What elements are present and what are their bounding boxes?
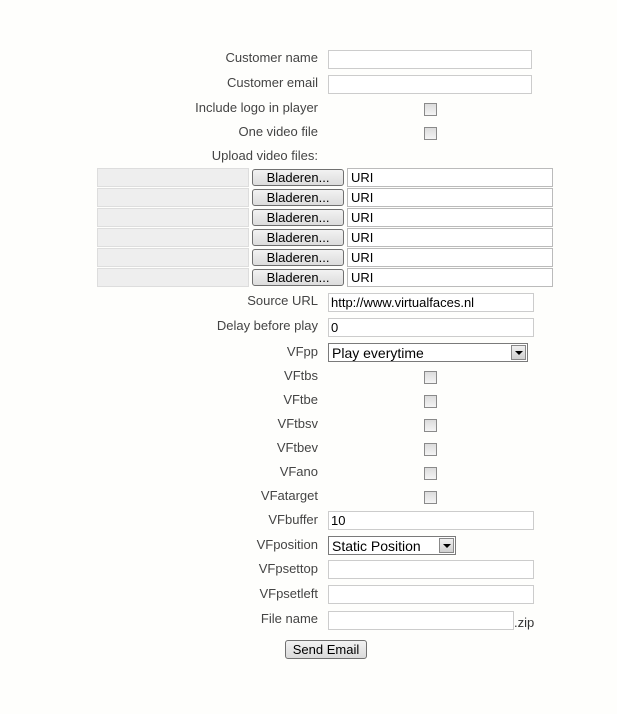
file-extension-suffix: .zip bbox=[514, 615, 535, 630]
uri-input[interactable]: URI bbox=[347, 248, 553, 267]
vftbs-checkbox[interactable] bbox=[424, 371, 437, 384]
upload-video-files-label: Upload video files: bbox=[211, 148, 318, 163]
upload-row: Bladeren... URI bbox=[97, 188, 553, 208]
vfano-label: VFano bbox=[279, 464, 318, 479]
upload-row: Bladeren... URI bbox=[97, 168, 553, 188]
vfpp-label: VFpp bbox=[286, 344, 318, 359]
uri-input[interactable]: URI bbox=[347, 228, 553, 247]
file-name-input[interactable] bbox=[328, 611, 514, 630]
customer-email-label: Customer email bbox=[226, 75, 318, 90]
browse-button[interactable]: Bladeren... bbox=[252, 269, 344, 286]
vfano-checkbox[interactable] bbox=[424, 467, 437, 480]
include-logo-checkbox[interactable] bbox=[424, 103, 437, 116]
browse-button[interactable]: Bladeren... bbox=[252, 229, 344, 246]
customer-name-input[interactable] bbox=[328, 50, 532, 69]
vfposition-select[interactable]: Static Position bbox=[328, 536, 456, 555]
one-video-file-checkbox[interactable] bbox=[424, 127, 437, 140]
vfpsettop-label: VFpsettop bbox=[258, 561, 318, 576]
file-path-field[interactable] bbox=[97, 188, 249, 207]
vfpsetleft-label: VFpsetleft bbox=[259, 586, 318, 601]
file-path-field[interactable] bbox=[97, 208, 249, 227]
browse-button[interactable]: Bladeren... bbox=[252, 249, 344, 266]
one-video-file-label: One video file bbox=[238, 124, 319, 139]
vfpsetleft-input[interactable] bbox=[328, 585, 534, 604]
delay-label: Delay before play bbox=[216, 318, 318, 333]
include-logo-label: Include logo in player bbox=[195, 100, 318, 115]
vfpp-select[interactable]: Play everytime bbox=[328, 343, 528, 362]
vftbe-label: VFtbe bbox=[283, 392, 318, 407]
send-email-button[interactable]: Send Email bbox=[285, 640, 367, 659]
file-path-field[interactable] bbox=[97, 168, 249, 187]
uri-input[interactable]: URI bbox=[347, 188, 553, 207]
vfposition-selected-value: Static Position bbox=[332, 538, 421, 554]
file-path-field[interactable] bbox=[97, 268, 249, 287]
vftbev-label: VFtbev bbox=[276, 440, 318, 455]
uri-input[interactable]: URI bbox=[347, 268, 553, 287]
vfatarget-checkbox[interactable] bbox=[424, 491, 437, 504]
vfpp-selected-value: Play everytime bbox=[332, 345, 424, 361]
vfposition-label: VFposition bbox=[256, 537, 318, 552]
vftbsv-label: VFtbsv bbox=[277, 416, 318, 431]
upload-row: Bladeren... URI bbox=[97, 228, 553, 248]
vftbe-checkbox[interactable] bbox=[424, 395, 437, 408]
vftbev-checkbox[interactable] bbox=[424, 443, 437, 456]
file-name-label: File name bbox=[260, 611, 318, 626]
delay-input[interactable] bbox=[328, 318, 534, 337]
browse-button[interactable]: Bladeren... bbox=[252, 189, 344, 206]
uri-input[interactable]: URI bbox=[347, 208, 553, 227]
browse-button[interactable]: Bladeren... bbox=[252, 169, 344, 186]
source-url-input[interactable] bbox=[328, 293, 534, 312]
browse-button[interactable]: Bladeren... bbox=[252, 209, 344, 226]
vftbsv-checkbox[interactable] bbox=[424, 419, 437, 432]
vfbuffer-label: VFbuffer bbox=[268, 512, 318, 527]
upload-row: Bladeren... URI bbox=[97, 208, 553, 228]
upload-row: Bladeren... URI bbox=[97, 268, 553, 288]
customer-name-label: Customer name bbox=[225, 50, 318, 65]
vftbs-label: VFtbs bbox=[284, 368, 318, 383]
file-path-field[interactable] bbox=[97, 248, 249, 267]
uri-input[interactable]: URI bbox=[347, 168, 553, 187]
chevron-down-icon[interactable] bbox=[511, 345, 526, 360]
upload-row: Bladeren... URI bbox=[97, 248, 553, 268]
chevron-down-icon[interactable] bbox=[439, 538, 454, 553]
source-url-label: Source URL bbox=[247, 293, 318, 308]
vfpsettop-input[interactable] bbox=[328, 560, 534, 579]
vfbuffer-input[interactable] bbox=[328, 511, 534, 530]
vfatarget-label: VFatarget bbox=[260, 488, 318, 503]
customer-email-input[interactable] bbox=[328, 75, 532, 94]
file-path-field[interactable] bbox=[97, 228, 249, 247]
